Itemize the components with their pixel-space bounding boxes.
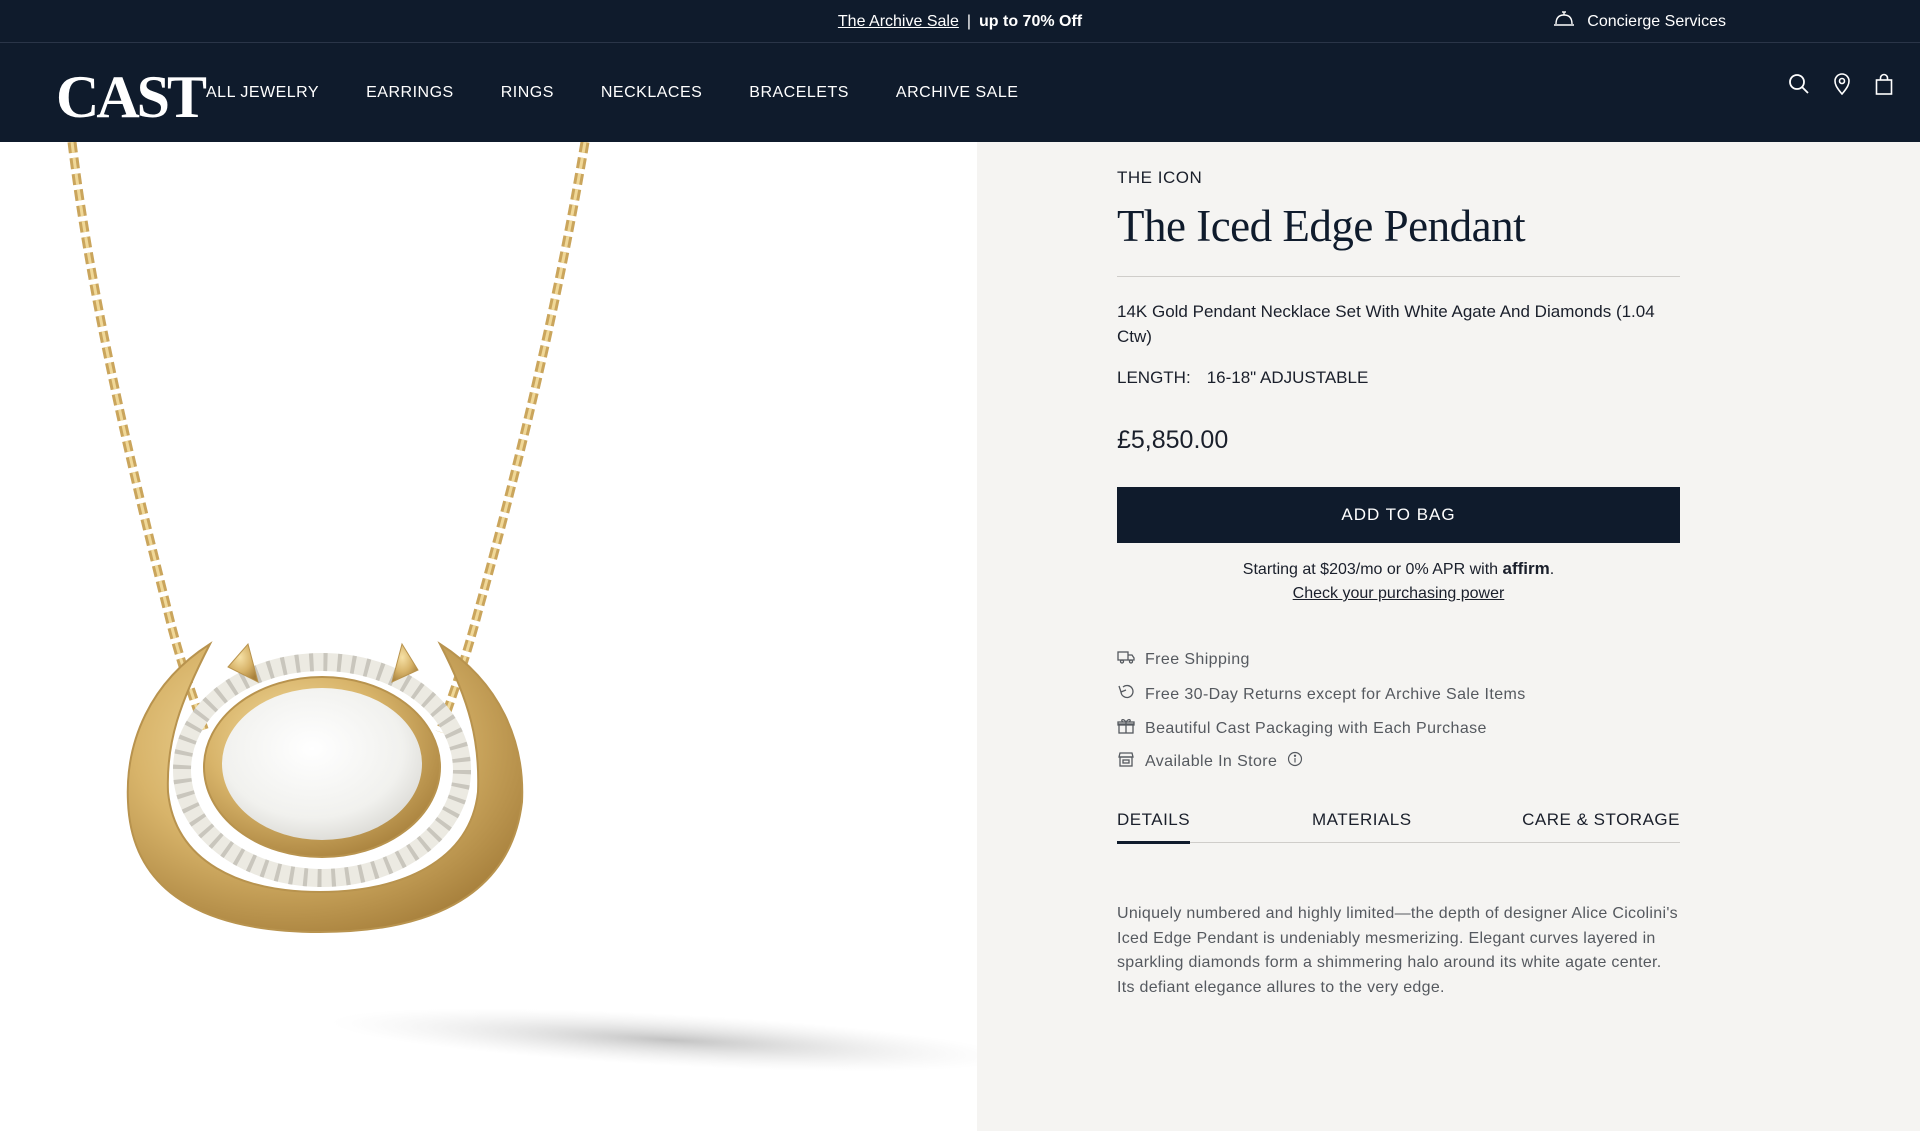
- perk-label: Beautiful Cast Packaging with Each Purch…: [1145, 719, 1487, 737]
- pendant-image: [67, 142, 977, 1072]
- shopping-bag-icon[interactable]: [1874, 73, 1894, 95]
- tab-materials[interactable]: MATERIALS: [1312, 810, 1412, 842]
- info-icon[interactable]: [1287, 751, 1303, 772]
- promo-offer: up to 70% Off: [979, 12, 1083, 30]
- perk-label: Available In Store: [1145, 752, 1278, 770]
- promo-bar: The Archive Sale | up to 70% Off Concier…: [0, 0, 1920, 43]
- length-label: LENGTH:: [1117, 368, 1191, 387]
- concierge-label: Concierge Services: [1587, 12, 1726, 30]
- length-row: LENGTH: 16-18" ADJUSTABLE: [1117, 368, 1368, 388]
- check-purchasing-power-link[interactable]: Check your purchasing power: [1293, 585, 1505, 602]
- nav-item-rings[interactable]: RINGS: [501, 84, 554, 102]
- details-text: Uniquely numbered and highly limited—the…: [1117, 905, 1678, 996]
- affirm-suffix: .: [1549, 561, 1555, 578]
- tab-care-storage[interactable]: CARE & STORAGE: [1522, 810, 1680, 842]
- nav-item-archive-sale[interactable]: ARCHIVE SALE: [896, 84, 1018, 102]
- perk-returns: Free 30-Day Returns except for Archive S…: [1117, 684, 1526, 705]
- main-nav: CAST ALL JEWELRY EARRINGS RINGS NECKLACE…: [0, 43, 1920, 142]
- nav-item-all-jewelry[interactable]: ALL JEWELRY: [206, 84, 319, 102]
- product-tabs: DETAILS MATERIALS CARE & STORAGE: [1117, 810, 1680, 844]
- return-arrow-icon: [1117, 684, 1135, 705]
- truck-icon: [1117, 650, 1135, 669]
- affirm-logo: affirm: [1502, 559, 1550, 578]
- perk-label: Free 30-Day Returns except for Archive S…: [1145, 685, 1526, 703]
- nav-menu: ALL JEWELRY EARRINGS RINGS NECKLACES BRA…: [206, 43, 1018, 142]
- length-value: 16-18" ADJUSTABLE: [1206, 368, 1369, 387]
- perk-packaging: Beautiful Cast Packaging with Each Purch…: [1117, 718, 1487, 739]
- tab-details[interactable]: DETAILS: [1117, 810, 1191, 844]
- nav-item-necklaces[interactable]: NECKLACES: [601, 84, 702, 102]
- affirm-financing: Starting at $203/mo or 0% APR with affir…: [1117, 557, 1680, 606]
- product-description: 14K Gold Pendant Necklace Set With White…: [1117, 302, 1655, 346]
- affirm-text: Starting at $203/mo or 0% APR with: [1242, 561, 1499, 578]
- add-to-bag-button[interactable]: ADD TO BAG: [1117, 487, 1680, 543]
- perk-in-store: Available In Store: [1117, 751, 1303, 772]
- title-divider: [1117, 276, 1680, 277]
- nav-item-earrings[interactable]: EARRINGS: [366, 84, 454, 102]
- product-price: £5,850.00: [1117, 426, 1229, 454]
- product-title: The Iced Edge Pendant: [1117, 201, 1526, 251]
- gift-icon: [1117, 718, 1135, 739]
- search-icon[interactable]: [1788, 73, 1810, 95]
- store-icon: [1117, 751, 1135, 772]
- collection-label: THE ICON: [1117, 168, 1203, 187]
- concierge-bell-icon: [1553, 10, 1575, 33]
- product-image-panel: [0, 142, 977, 1131]
- perk-label: Free Shipping: [1145, 650, 1250, 668]
- perk-shipping: Free Shipping: [1117, 650, 1250, 669]
- nav-icons: [1788, 73, 1894, 95]
- concierge-services-link[interactable]: Concierge Services: [1553, 0, 1726, 43]
- promo-separator: |: [966, 12, 971, 30]
- nav-item-bracelets[interactable]: BRACELETS: [749, 84, 849, 102]
- archive-sale-link[interactable]: The Archive Sale: [838, 13, 959, 31]
- site-logo[interactable]: CAST: [56, 67, 207, 127]
- product-info-panel: THE ICON The Iced Edge Pendant 14K Gold …: [977, 142, 1920, 1131]
- location-pin-icon[interactable]: [1832, 73, 1852, 95]
